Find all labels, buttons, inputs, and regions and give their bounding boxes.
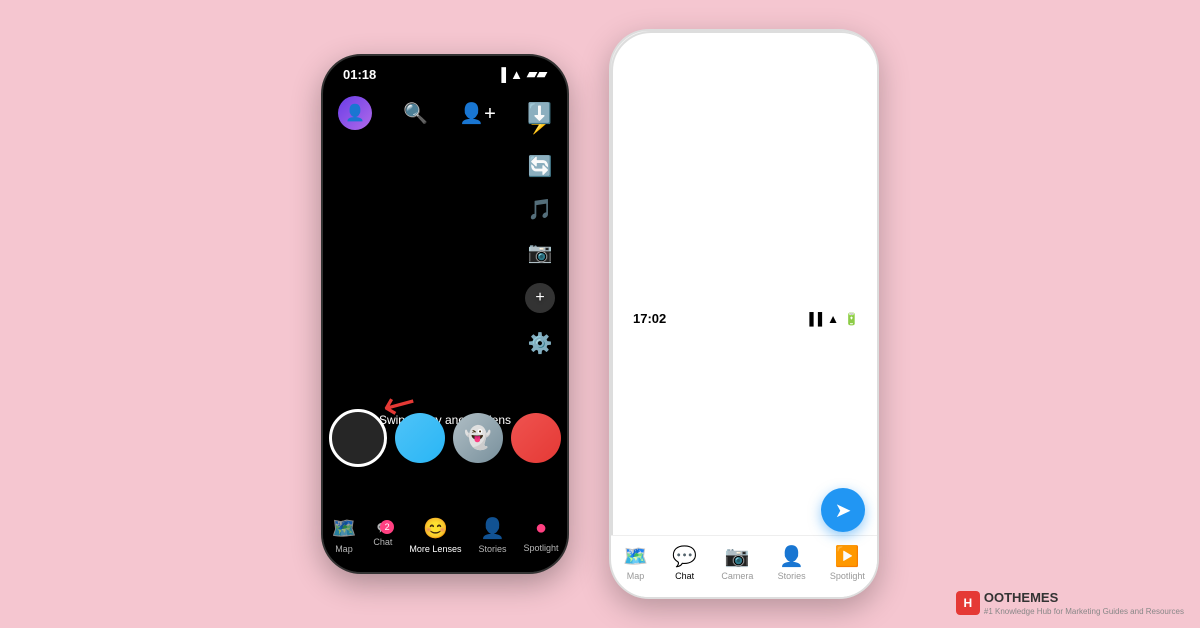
lens-selector[interactable]: 👻 <box>329 409 561 467</box>
watermark-logo: H <box>956 591 980 615</box>
nav-map-left[interactable]: 🗺️ Map <box>332 516 357 554</box>
nav-chat-right[interactable]: 💬 Chat <box>672 544 697 581</box>
chat-badge: 2 <box>380 520 394 534</box>
stories-icon-right: 👤 <box>779 544 804 569</box>
right-phone: 17:02 ▐▐ ▲ 🔋 🔍 Chat 👤+ ··· Get notificat… <box>609 29 879 599</box>
user-avatar-left[interactable]: 👤 <box>338 96 372 130</box>
background <box>0 0 1200 628</box>
nav-chat-left[interactable]: 💬 2 Chat <box>373 523 392 547</box>
add-friend-icon[interactable]: 👤+ <box>459 101 496 126</box>
spotlight-label-left: Spotlight <box>523 543 558 553</box>
wifi-icon: ▲ <box>510 67 523 82</box>
battery-icon: ▰▰ <box>527 66 547 82</box>
signal-icon-right: ▐▐ <box>805 312 822 326</box>
map-icon: 🗺️ <box>332 516 357 541</box>
chat-icon-right: 💬 <box>672 544 697 569</box>
watermark-brand: OOTHEMES <box>984 590 1058 605</box>
download-icon[interactable]: ⬇️ <box>527 101 552 126</box>
camera-switch-icon[interactable]: 🔄 <box>528 154 553 179</box>
stories-label-right: Stories <box>778 571 806 581</box>
music-icon[interactable]: 🎵 <box>528 197 553 222</box>
watermark-sub: #1 Knowledge Hub for Marketing Guides an… <box>984 607 1184 616</box>
lens-ghost[interactable]: 👻 <box>453 413 503 463</box>
watermark: H OOTHEMES #1 Knowledge Hub for Marketin… <box>956 589 1184 616</box>
map-icon-right: 🗺️ <box>623 544 648 569</box>
nav-spotlight-left[interactable]: ● Spotlight <box>523 517 558 553</box>
spotlight-icon-left: ● <box>535 517 547 540</box>
status-bar-left: 01:18 ▐ ▲ ▰▰ <box>323 56 567 87</box>
nav-stories-left[interactable]: 👤 Stories <box>478 516 506 554</box>
camera-icon-right: 📷 <box>725 544 750 569</box>
share-fab[interactable]: ➤ <box>821 488 865 532</box>
watermark-text-block: OOTHEMES #1 Knowledge Hub for Marketing … <box>984 589 1184 616</box>
right-icons: ⚡ 🔄 🎵 📷 + ⚙️ <box>525 111 555 356</box>
nav-stories-right[interactable]: 👤 Stories <box>778 544 806 581</box>
status-icons-left: ▐ ▲ ▰▰ <box>497 66 547 82</box>
lenses-icon: 😊 <box>423 516 448 541</box>
stories-icon-left: 👤 <box>480 516 505 541</box>
chat-icon: 💬 2 <box>377 523 389 534</box>
top-bar-left: 👤 🔍 👤+ ⬇️ <box>323 91 567 135</box>
bottom-nav-right: 🗺️ Map 💬 Chat 📷 Camera 👤 Stories ▶️ Spot… <box>611 535 877 597</box>
battery-icon-right: 🔋 <box>844 312 859 326</box>
nav-spotlight-right[interactable]: ▶️ Spotlight <box>830 544 865 581</box>
time-right: 17:02 <box>633 311 666 326</box>
status-icons-right: ▐▐ ▲ 🔋 <box>805 312 859 326</box>
spotlight-label-right: Spotlight <box>830 571 865 581</box>
bottom-nav-left: 🗺️ Map 💬 2 Chat 😊 More Lenses 👤 Stories … <box>323 508 567 572</box>
add-icon[interactable]: + <box>525 283 555 313</box>
map-label-right: Map <box>627 571 645 581</box>
nav-camera-right[interactable]: 📷 Camera <box>721 544 753 581</box>
time-left: 01:18 <box>343 67 376 82</box>
spotlight-icon-right: ▶️ <box>835 544 860 569</box>
nav-map-right[interactable]: 🗺️ Map <box>623 544 648 581</box>
wifi-icon-right: ▲ <box>827 312 839 326</box>
stories-label-left: Stories <box>478 544 506 554</box>
settings-icon[interactable]: ⚙️ <box>528 331 553 356</box>
chat-label: Chat <box>373 537 392 547</box>
nav-lenses-left[interactable]: 😊 More Lenses <box>409 516 461 554</box>
lens-red[interactable] <box>511 413 561 463</box>
map-label: Map <box>335 544 353 554</box>
chat-label-right: Chat <box>675 571 694 581</box>
camera-label-right: Camera <box>721 571 753 581</box>
left-phone: 01:18 ▐ ▲ ▰▰ 👤 🔍 👤+ ⬇️ ⚡ 🔄 🎵 📷 + ⚙️ Swip… <box>321 54 569 574</box>
search-icon-left[interactable]: 🔍 <box>403 101 428 126</box>
lenses-label: More Lenses <box>409 544 461 554</box>
signal-icon: ▐ <box>497 67 506 82</box>
face-cam-icon[interactable]: 📷 <box>528 240 553 265</box>
